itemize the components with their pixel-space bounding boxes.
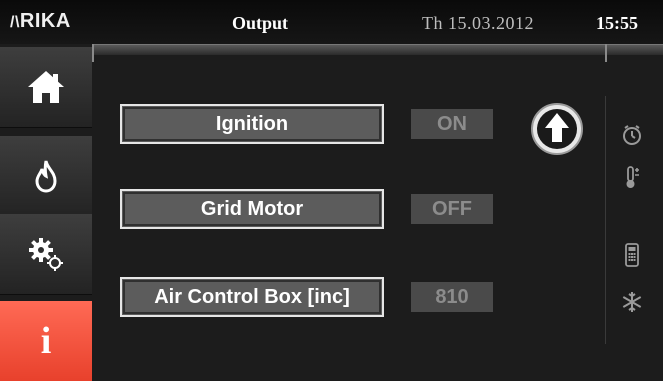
snowflake-icon[interactable] <box>620 290 644 314</box>
scroll-up-button[interactable] <box>529 101 585 157</box>
nav-settings-button[interactable] <box>0 214 92 295</box>
clock-icon[interactable] <box>620 123 644 147</box>
nav-home-button[interactable] <box>0 47 92 128</box>
air-control-box-value: 810 <box>411 282 493 312</box>
header-divider <box>92 44 663 55</box>
header-divider-tick-right <box>605 44 607 62</box>
top-bar: /\RIKA Output Th 15.03.2012 15:55 <box>0 0 663 44</box>
stove-display: /\RIKA Output Th 15.03.2012 15:55 i Igni… <box>0 0 663 381</box>
info-icon: i <box>40 320 52 362</box>
thermometer-icon[interactable] <box>620 165 644 189</box>
air-control-box-label: Air Control Box [inc] <box>120 277 384 317</box>
rika-logo: /\RIKA <box>10 10 71 32</box>
right-divider <box>605 96 606 344</box>
nav-flame-button[interactable] <box>0 136 92 217</box>
ignition-value: ON <box>411 109 493 139</box>
page-title: Output <box>231 13 289 33</box>
header-divider-tick-left <box>92 44 94 62</box>
grid-motor-value: OFF <box>411 194 493 224</box>
ignition-label: Ignition <box>120 104 384 144</box>
grid-motor-label: Grid Motor <box>120 189 384 229</box>
nav-info-button[interactable]: i <box>0 301 92 381</box>
time-display: 15:55 <box>596 13 638 33</box>
remote-icon[interactable] <box>620 243 644 267</box>
flame-icon <box>35 160 57 193</box>
home-icon <box>28 71 64 103</box>
gears-icon <box>29 238 63 271</box>
date-display: Th 15.03.2012 <box>422 13 534 33</box>
